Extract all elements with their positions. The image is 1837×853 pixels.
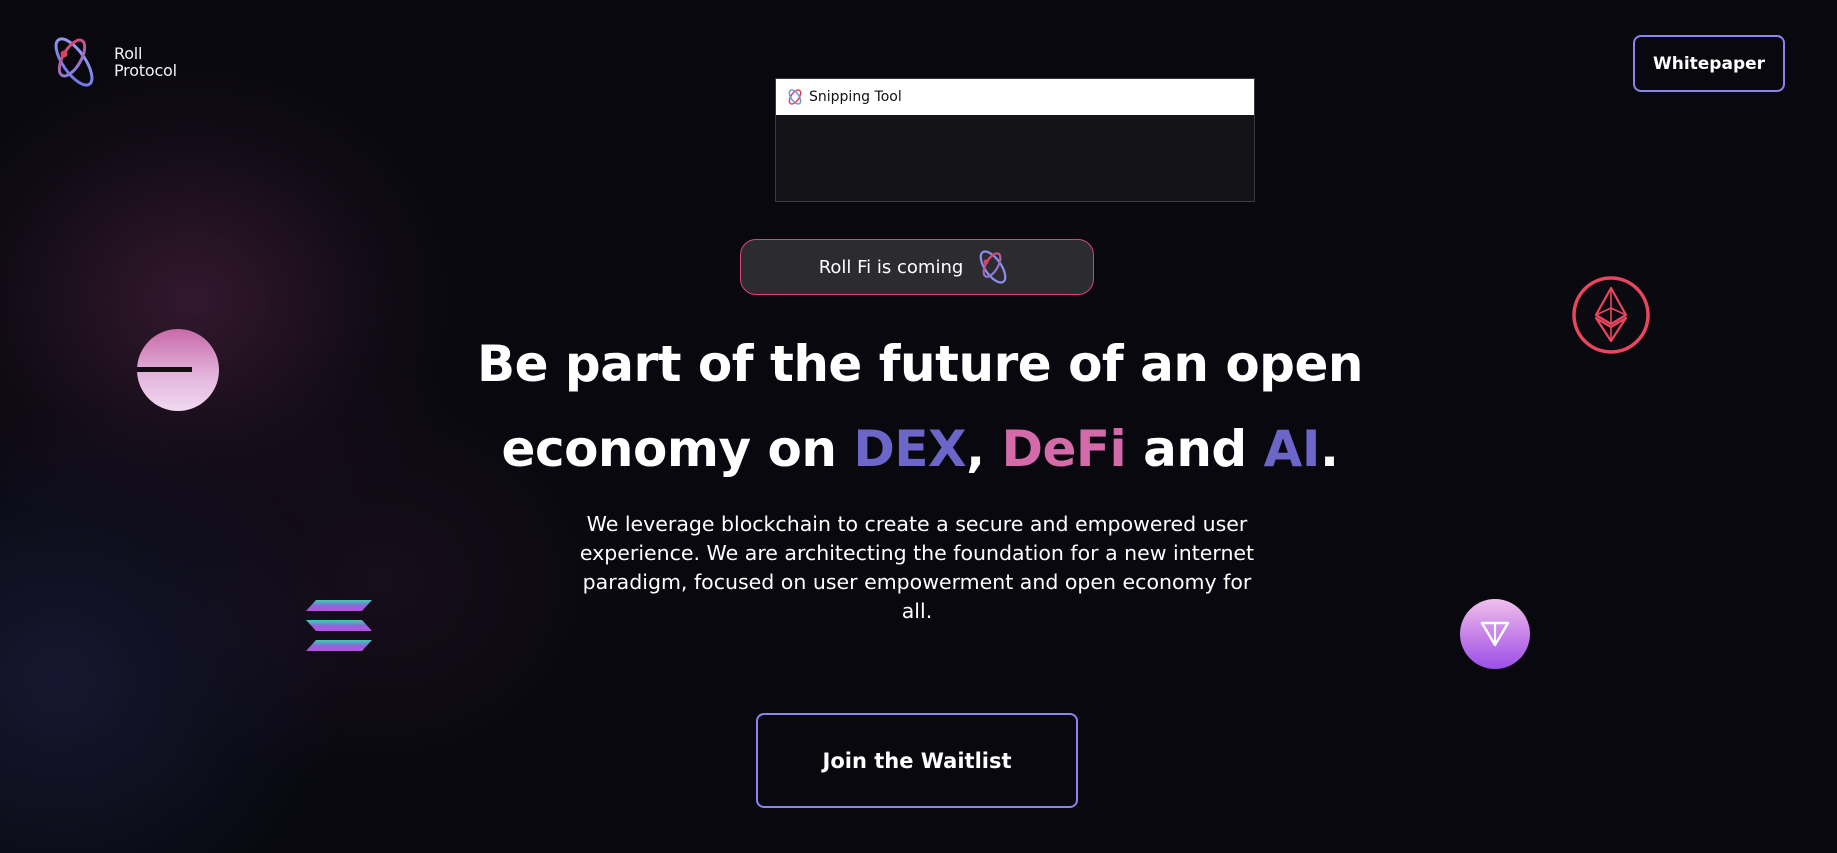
roll-protocol-logo-icon	[54, 37, 94, 87]
headline-and: and	[1126, 420, 1264, 478]
snipping-tool-window[interactable]: Snipping Tool	[775, 78, 1255, 202]
solana-coin-icon	[306, 600, 372, 651]
headline-line-1: Be part of the future of an open	[477, 335, 1363, 393]
roll-protocol-logo-icon	[979, 250, 1007, 284]
ethereum-coin-icon	[1572, 276, 1650, 354]
headline-prefix: economy on	[501, 420, 854, 478]
ton-coin-icon	[1460, 599, 1530, 669]
ton-diamond-icon	[1480, 621, 1510, 647]
whitepaper-button[interactable]: Whitepaper	[1633, 35, 1785, 92]
snipping-tool-icon	[788, 89, 802, 105]
roll-fi-badge[interactable]: Roll Fi is coming	[740, 239, 1094, 295]
snipping-tool-titlebar[interactable]: Snipping Tool	[776, 79, 1254, 115]
headline-period: .	[1319, 420, 1339, 478]
hero-headline: Be part of the future of an open economy…	[420, 322, 1420, 492]
logo-line-1: Roll	[114, 44, 143, 63]
join-waitlist-button[interactable]: Join the Waitlist	[756, 713, 1078, 808]
headline-defi: DeFi	[1001, 420, 1127, 478]
snipping-tool-title: Snipping Tool	[809, 89, 902, 105]
headline-comma: ,	[966, 420, 1002, 478]
hero-subtitle: We leverage blockchain to create a secur…	[579, 512, 1255, 623]
polkadot-coin-icon	[137, 329, 219, 411]
polkadot-bar	[137, 367, 192, 372]
badge-text: Roll Fi is coming	[818, 256, 964, 278]
logo-text: Roll Protocol	[114, 45, 177, 79]
headline-dex: DEX	[853, 420, 967, 478]
headline-ai: AI	[1263, 420, 1321, 478]
logo[interactable]: Roll Protocol	[44, 32, 177, 92]
logo-line-2: Protocol	[114, 61, 177, 80]
